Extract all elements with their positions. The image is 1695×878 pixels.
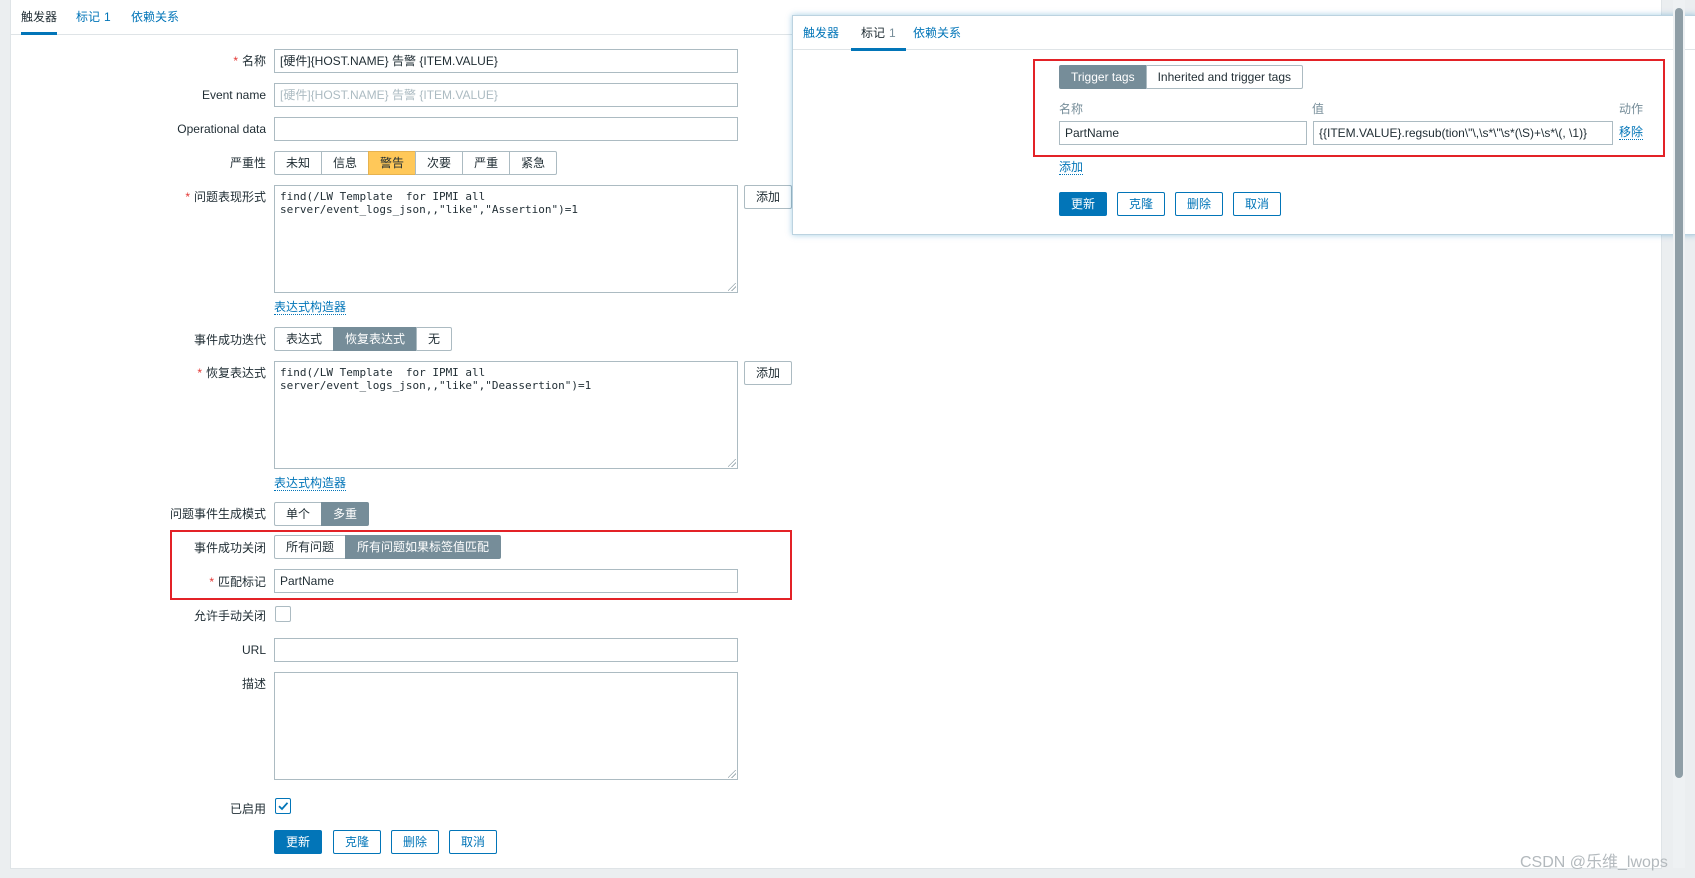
problem-mode-multiple[interactable]: 多重 (321, 502, 370, 526)
tag-mode-selector: Trigger tags Inherited and trigger tags (1059, 65, 1304, 89)
overlay-clone-button[interactable]: 克隆 (1117, 192, 1165, 216)
tag-remove-link[interactable]: 移除 (1619, 125, 1644, 140)
severity-average[interactable]: 次要 (415, 151, 464, 175)
overlay-tab-dependencies[interactable]: 依赖关系 (913, 16, 961, 48)
required-mark: * (209, 575, 214, 589)
manual-close-checkbox[interactable] (275, 606, 291, 622)
required-mark: * (197, 366, 202, 380)
update-button[interactable]: 更新 (274, 830, 322, 854)
severity-info[interactable]: 信息 (321, 151, 370, 175)
scrollbar-thumb[interactable] (1675, 8, 1683, 778)
recovery-builder-link[interactable]: 表达式构造器 (274, 476, 347, 491)
required-mark: * (185, 190, 190, 204)
tag-mode-inherited[interactable]: Inherited and trigger tags (1145, 65, 1304, 89)
tab-count: 1 (104, 10, 111, 24)
tab-trigger[interactable]: 触发器 (21, 0, 58, 35)
expression-textarea[interactable]: find(/LW Template for IPMI all server/ev… (274, 185, 738, 293)
overlay-tab-trigger[interactable]: 触发器 (803, 16, 839, 48)
ok-gen-expression[interactable]: 表达式 (274, 327, 335, 351)
recovery-expression-textarea[interactable]: find(/LW Template for IPMI all server/ev… (274, 361, 738, 469)
enabled-label: 已启用 (229, 802, 266, 816)
label-text: 问题表现形式 (193, 190, 266, 204)
match-tag-input[interactable]: PartName (274, 569, 738, 593)
recovery-expression-label: * 恢复表达式 (61, 366, 266, 380)
url-input[interactable] (274, 638, 738, 662)
recovery-add-button[interactable]: 添加 (744, 361, 792, 385)
problem-mode-label: 问题事件生成模式 (169, 507, 266, 521)
ok-gen-none[interactable]: 无 (416, 327, 453, 351)
col-value-header: 值 (1312, 102, 1325, 116)
resize-handle[interactable] (728, 770, 736, 778)
tab-count: 1 (889, 26, 896, 40)
operational-data-label: Operational data (177, 122, 266, 136)
description-label: 描述 (241, 677, 266, 691)
resize-handle[interactable] (728, 459, 736, 467)
expression-label: * 问题表现形式 (61, 190, 266, 204)
tab-label: 依赖关系 (913, 26, 962, 40)
ok-event-generation-label: 事件成功迭代 (193, 333, 266, 347)
tag-add-link[interactable]: 添加 (1059, 160, 1084, 175)
problem-mode-selector: 单个 多重 (274, 502, 370, 526)
label-text: 匹配标记 (217, 575, 266, 589)
col-action-header: 动作 (1619, 102, 1644, 116)
required-mark: * (233, 54, 238, 68)
tab-label: 依赖关系 (131, 10, 180, 24)
problem-mode-single[interactable]: 单个 (274, 502, 323, 526)
expression-text: find(/LW Template for IPMI all server/ev… (280, 190, 579, 216)
tab-dependencies[interactable]: 依赖关系 (131, 0, 179, 32)
overlay-update-button[interactable]: 更新 (1059, 192, 1107, 216)
overlay-delete-button[interactable]: 删除 (1175, 192, 1223, 216)
tag-name-input[interactable]: PartName (1059, 121, 1307, 145)
severity-disaster[interactable]: 紧急 (509, 151, 558, 175)
ok-close-all-problems[interactable]: 所有问题 (274, 535, 347, 559)
severity-selector: 未知 信息 警告 次要 严重 紧急 (274, 151, 558, 175)
manual-close-label: 允许手动关闭 (193, 609, 266, 623)
severity-high[interactable]: 严重 (462, 151, 511, 175)
expression-add-button[interactable]: 添加 (744, 185, 792, 209)
tab-tags[interactable]: 标记 1 (76, 0, 111, 32)
name-label: * 名称 (61, 54, 266, 68)
ok-close-label: 事件成功关闭 (193, 541, 266, 555)
resize-handle[interactable] (728, 283, 736, 291)
expression-builder-link[interactable]: 表达式构造器 (274, 300, 347, 315)
enabled-checkbox[interactable] (275, 798, 291, 814)
operational-data-input[interactable] (274, 117, 738, 141)
tab-label: 标记 (76, 10, 101, 24)
tag-mode-trigger[interactable]: Trigger tags (1059, 65, 1147, 89)
ok-event-generation-selector: 表达式 恢复表达式 无 (274, 327, 453, 351)
watermark: CSDN @乐维_lwops (1520, 854, 1668, 871)
tab-label: 触发器 (21, 10, 58, 24)
overlay-tab-tags[interactable]: 标记 1 (851, 16, 906, 51)
label-text: 恢复表达式 (205, 366, 266, 380)
severity-warning[interactable]: 警告 (368, 151, 417, 175)
label-text: 名称 (241, 54, 266, 68)
tags-overlay-panel: 触发器 标记 1 依赖关系 Trigger tags Inherited and … (792, 15, 1695, 235)
event-name-label: Event name (201, 88, 266, 102)
description-textarea[interactable] (274, 672, 738, 780)
name-input[interactable]: [硬件]{HOST.NAME} 告警 {ITEM.VALUE} (274, 49, 738, 73)
overlay-tabs: 触发器 标记 1 依赖关系 (793, 16, 1695, 51)
ok-close-selector: 所有问题 所有问题如果标签值匹配 (274, 535, 502, 559)
ok-gen-recovery-expression[interactable]: 恢复表达式 (333, 327, 418, 351)
overlay-cancel-button[interactable]: 取消 (1233, 192, 1281, 216)
tab-label: 标记 (861, 26, 886, 40)
delete-button[interactable]: 删除 (391, 830, 439, 854)
severity-unknown[interactable]: 未知 (274, 151, 323, 175)
tab-label: 触发器 (803, 26, 840, 40)
severity-label: 严重性 (229, 156, 266, 170)
clone-button[interactable]: 克隆 (333, 830, 381, 854)
check-icon (278, 802, 289, 811)
cancel-button[interactable]: 取消 (449, 830, 497, 854)
ok-close-tag-match[interactable]: 所有问题如果标签值匹配 (345, 535, 502, 559)
url-label: URL (241, 643, 266, 657)
tag-value-input[interactable]: {{ITEM.VALUE}.regsub(tion\"\,\s*\"\s*(\S… (1313, 121, 1613, 145)
col-name-header: 名称 (1059, 102, 1084, 116)
recovery-expression-text: find(/LW Template for IPMI all server/ev… (280, 366, 592, 392)
match-tag-label: * 匹配标记 (61, 575, 266, 589)
event-name-input[interactable]: [硬件]{HOST.NAME} 告警 {ITEM.VALUE} (274, 83, 738, 107)
